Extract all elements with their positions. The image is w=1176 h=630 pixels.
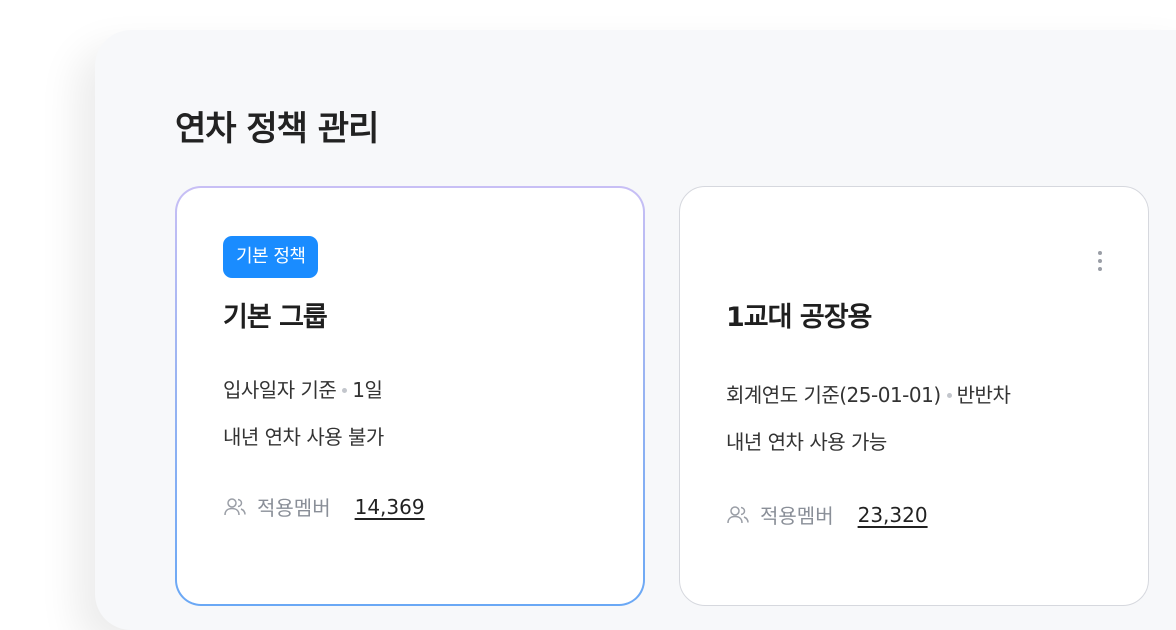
policy-name: 기본 그룹 bbox=[223, 302, 328, 333]
policy-basis-line: 회계연도 기준(25-01-01) 반반차 bbox=[726, 379, 1011, 408]
members-row: 적용멤버 14,369 bbox=[223, 492, 425, 521]
page-title: 연차 정책 관리 bbox=[175, 109, 379, 149]
members-count-link[interactable]: 14,369 bbox=[355, 495, 425, 519]
members-label: 적용멤버 bbox=[257, 496, 331, 520]
policy-name: 1교대 공장용 bbox=[726, 302, 872, 333]
people-icon bbox=[224, 497, 246, 515]
default-policy-badge: 기본 정책 bbox=[223, 236, 319, 278]
more-vertical-icon[interactable] bbox=[1088, 245, 1112, 277]
policy-unit: 1일 bbox=[352, 378, 383, 402]
policy-card-default[interactable]: 기본 정책 기본 그룹 입사일자 기준 1일 내년 연차 사용 불가 적용멤버 1… bbox=[175, 186, 645, 606]
policy-unit: 반반차 bbox=[956, 383, 1011, 407]
policy-basis: 회계연도 기준(25-01-01) bbox=[726, 383, 941, 407]
policy-basis: 입사일자 기준 bbox=[223, 378, 337, 402]
policy-card-factory[interactable]: 1교대 공장용 회계연도 기준(25-01-01) 반반차 내년 연차 사용 가능… bbox=[679, 186, 1149, 606]
members-row: 적용멤버 23,320 bbox=[726, 500, 928, 529]
policy-basis-line: 입사일자 기준 1일 bbox=[223, 374, 383, 403]
policy-next-year: 내년 연차 사용 가능 bbox=[726, 430, 887, 454]
policy-next-year: 내년 연차 사용 불가 bbox=[223, 425, 384, 449]
members-count-link[interactable]: 23,320 bbox=[858, 503, 928, 527]
separator-dot bbox=[342, 387, 348, 393]
separator-dot bbox=[946, 392, 952, 398]
people-icon bbox=[727, 505, 749, 523]
members-label: 적용멤버 bbox=[760, 504, 834, 528]
